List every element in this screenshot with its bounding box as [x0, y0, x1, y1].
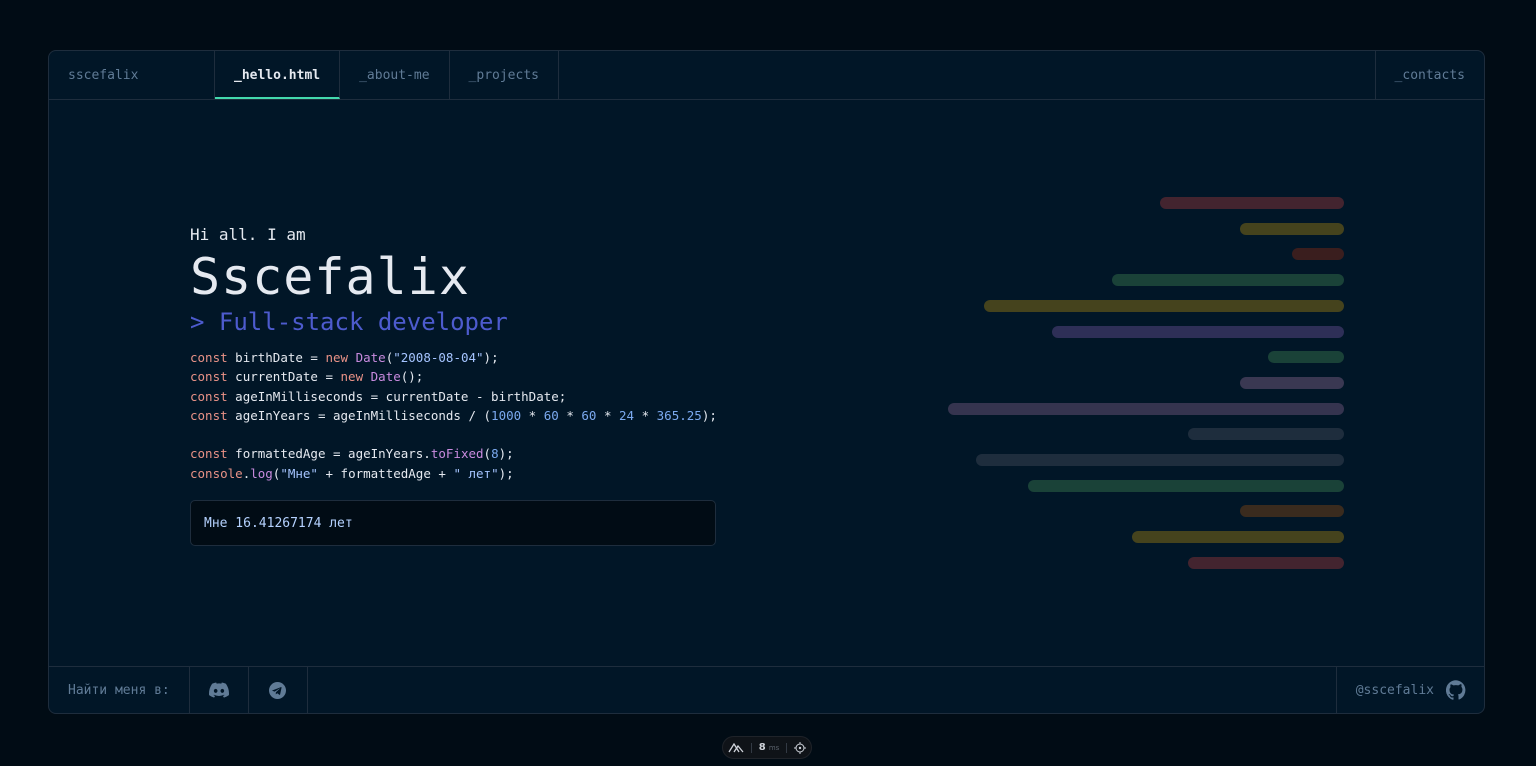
decorative-bar [1268, 351, 1344, 364]
tab-about-me-label: _about-me [359, 67, 430, 83]
console-output-text: Мне 16.41267174 лет [204, 515, 353, 531]
brand-label: sscefalix [68, 67, 139, 83]
tab-about-me[interactable]: _about-me [340, 51, 450, 99]
pill-separator [786, 742, 788, 753]
top-nav: sscefalix _hello.html _about-me _project… [49, 51, 1484, 100]
console-output: Мне 16.41267174 лет [190, 500, 716, 547]
decorative-bar [1112, 274, 1344, 287]
hero-section: Hi all. I am Sscefalix > Full-stack deve… [190, 225, 717, 547]
logo-icon [728, 742, 744, 752]
code-birth-date: "2008-08-04" [393, 350, 484, 365]
render-time-value: 8 [758, 742, 766, 753]
hero-name: Sscefalix [190, 248, 470, 306]
github-icon [1446, 680, 1466, 700]
decorative-bar [1292, 248, 1344, 261]
portfolio-window: sscefalix _hello.html _about-me _project… [48, 50, 1485, 714]
discord-icon [208, 682, 229, 698]
decorative-bar [1188, 428, 1344, 441]
telegram-icon [269, 681, 287, 699]
decorative-bar [1240, 376, 1344, 389]
github-handle: @sscefalix [1355, 682, 1434, 698]
footer-spacer [308, 667, 1336, 713]
github-link[interactable]: @sscefalix [1335, 667, 1484, 713]
decorative-bar [1160, 197, 1344, 209]
decorative-bar [948, 402, 1344, 415]
code-snippet: const birthDate = new Date("2008-08-04")… [190, 350, 717, 481]
find-me-text: Найти меня в: [68, 682, 170, 698]
tab-projects-label: _projects [468, 67, 539, 83]
decorative-bar [976, 454, 1344, 466]
find-me-label: Найти меня в: [49, 667, 190, 713]
decorative-bar [1132, 531, 1344, 544]
decorative-bar [1240, 505, 1344, 518]
devtools-indicator[interactable]: 8 ms [722, 736, 812, 759]
greeting-text: Hi all. I am [190, 225, 306, 244]
pill-separator [750, 742, 752, 753]
render-time-unit: ms [768, 744, 780, 752]
decorative-bar [1052, 325, 1344, 338]
telegram-link[interactable] [249, 667, 308, 713]
decorative-code-bars [944, 197, 1344, 577]
decorative-bar [984, 299, 1344, 312]
tab-hello[interactable]: _hello.html [215, 51, 341, 99]
discord-link[interactable] [190, 667, 249, 713]
tab-projects[interactable]: _projects [450, 51, 559, 99]
decorative-bar [1188, 556, 1344, 569]
tab-contacts-label: _contacts [1394, 67, 1465, 83]
crosshair-icon [794, 741, 807, 754]
tab-hello-label: _hello.html [234, 67, 321, 83]
decorative-bar [1240, 222, 1344, 235]
brand-name[interactable]: sscefalix [49, 51, 215, 99]
decorative-bar [1028, 479, 1344, 492]
render-time: 8 ms [759, 742, 780, 753]
footer: Найти меня в: @sscefalix [49, 666, 1484, 713]
hero-role: > Full-stack developer [190, 308, 508, 336]
tab-contacts[interactable]: _contacts [1374, 51, 1484, 99]
